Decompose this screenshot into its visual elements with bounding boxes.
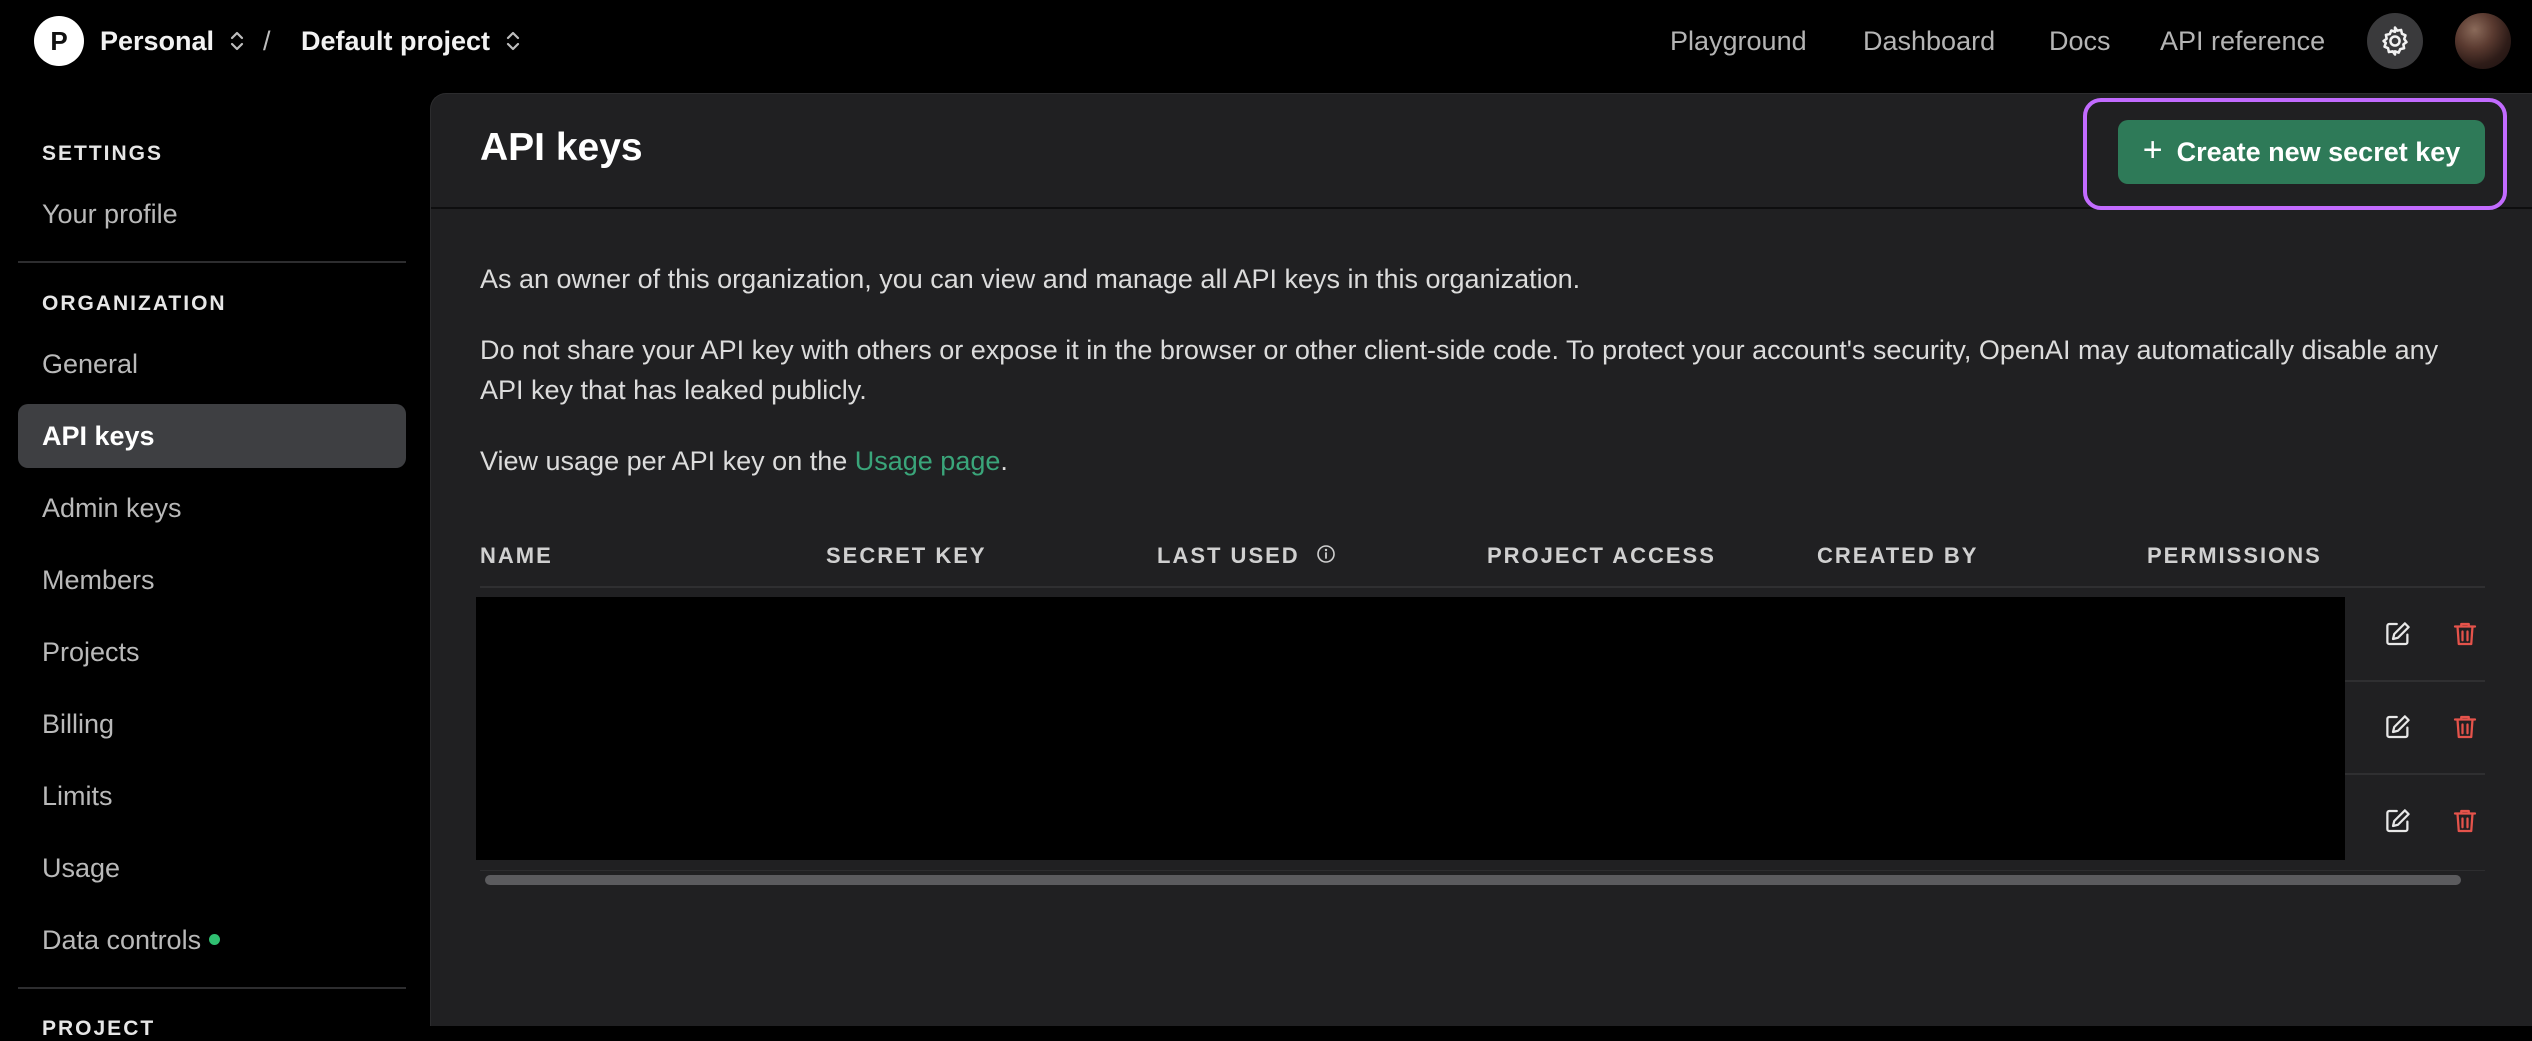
organization-heading: ORGANIZATION: [42, 292, 227, 315]
gear-icon: [2382, 26, 2408, 56]
create-secret-key-button[interactable]: + Create new secret key: [2118, 120, 2485, 184]
row-divider: [2345, 680, 2485, 682]
user-avatar[interactable]: [2455, 13, 2511, 69]
sidebar-item-general[interactable]: General: [18, 332, 406, 396]
chevron-updown-icon: [230, 31, 244, 51]
sidebar-item-projects[interactable]: Projects: [18, 620, 406, 684]
edit-key-button[interactable]: [2381, 617, 2415, 651]
chevron-updown-icon: [506, 31, 520, 51]
trash-icon: [2453, 715, 2477, 739]
status-dot: [209, 934, 221, 946]
breadcrumb-separator: /: [263, 26, 271, 56]
info-icon[interactable]: [1316, 544, 1336, 564]
horizontal-scrollbar[interactable]: [480, 870, 2485, 886]
sidebar-item-usage[interactable]: Usage: [18, 836, 406, 900]
sidebar-item-data-controls[interactable]: Data controls: [18, 908, 406, 972]
main-panel: API keys + Create new secret key As an o…: [430, 93, 2532, 1026]
scrollbar-thumb[interactable]: [485, 875, 2461, 885]
plus-icon: +: [2142, 130, 2163, 169]
settings-heading: SETTINGS: [42, 142, 164, 165]
usage-prefix: View usage per API key on the: [480, 446, 855, 476]
project-heading: PROJECT: [42, 1017, 156, 1040]
top-bar: P Personal / Default project Playground …: [0, 0, 2532, 80]
sidebar-item-api-keys[interactable]: API keys: [18, 404, 406, 468]
column-header-created-by: CREATED BY: [1817, 543, 1979, 568]
delete-key-button[interactable]: [2448, 617, 2482, 651]
sidebar-item-label: Data controls: [42, 925, 202, 955]
column-header-project-access: PROJECT ACCESS: [1487, 543, 1716, 568]
intro-text: As an owner of this organization, you ca…: [480, 264, 1581, 294]
sidebar-item-admin-keys[interactable]: Admin keys: [18, 476, 406, 540]
column-header-permissions: PERMISSIONS: [2147, 543, 2322, 568]
usage-suffix: .: [1000, 446, 1008, 476]
column-header-last-used: LAST USED: [1157, 543, 1336, 569]
usage-text: View usage per API key on the Usage page…: [480, 441, 2470, 481]
sidebar-item-limits[interactable]: Limits: [18, 764, 406, 828]
usage-page-link[interactable]: Usage page: [855, 446, 1001, 476]
nav-playground[interactable]: Playground: [1670, 20, 1807, 62]
trash-icon: [2453, 622, 2477, 646]
row-divider: [2345, 773, 2485, 775]
sidebar-item-billing[interactable]: Billing: [18, 692, 406, 756]
divider: [18, 261, 406, 263]
settings-button[interactable]: [2367, 13, 2423, 69]
trash-icon: [2453, 809, 2477, 833]
page-header: API keys + Create new secret key: [431, 94, 2532, 210]
sidebar: SETTINGS Your profile ORGANIZATION Gener…: [0, 93, 430, 1040]
nav-docs[interactable]: Docs: [2049, 20, 2111, 62]
sidebar-item-your-profile[interactable]: Your profile: [18, 182, 406, 246]
sidebar-item-members[interactable]: Members: [18, 548, 406, 612]
project-name: Default project: [301, 25, 491, 56]
org-name: Personal: [100, 25, 215, 56]
column-header-name: NAME: [480, 543, 553, 568]
edit-icon: [2386, 622, 2410, 646]
page-title: API keys: [480, 126, 643, 169]
edit-key-button[interactable]: [2381, 710, 2415, 744]
warning-text: Do not share your API key with others or…: [480, 335, 2439, 405]
delete-key-button[interactable]: [2448, 804, 2482, 838]
project-switcher[interactable]: Default project: [301, 20, 522, 62]
table-header-divider: [480, 586, 2485, 588]
edit-icon: [2386, 715, 2410, 739]
delete-key-button[interactable]: [2448, 710, 2482, 744]
nav-dashboard[interactable]: Dashboard: [1863, 20, 1995, 62]
org-avatar[interactable]: P: [34, 16, 84, 66]
column-header-secret-key: SECRET KEY: [826, 543, 987, 568]
edit-key-button[interactable]: [2381, 804, 2415, 838]
nav-api-reference[interactable]: API reference: [2160, 20, 2325, 62]
divider: [18, 987, 406, 989]
org-switcher[interactable]: Personal: [100, 20, 246, 62]
redacted-table-rows: [476, 597, 2345, 860]
column-header-label: LAST USED: [1157, 543, 1300, 568]
create-secret-key-label: Create new secret key: [2176, 136, 2461, 167]
edit-icon: [2386, 809, 2410, 833]
